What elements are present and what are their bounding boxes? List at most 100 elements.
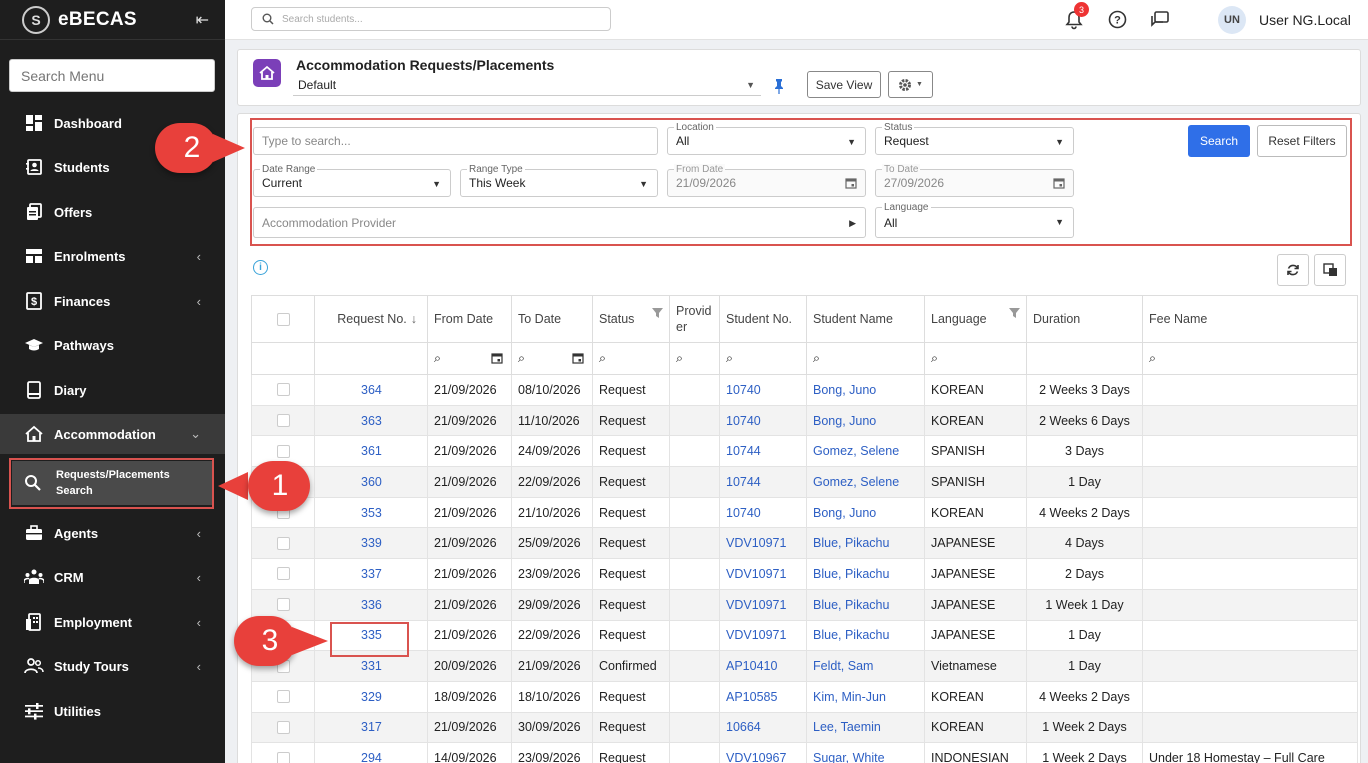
calendar-icon[interactable] — [845, 177, 857, 192]
filter-cell-from-date[interactable]: ⌕ — [427, 342, 512, 375]
search-button[interactable]: Search — [1188, 125, 1250, 157]
student-no-link[interactable]: 10744 — [719, 466, 807, 498]
sidebar-item-finances[interactable]: $ Finances ‹ — [0, 281, 225, 321]
column-header-duration[interactable]: Duration — [1026, 295, 1143, 343]
notifications-button[interactable]: 3 — [1065, 2, 1089, 30]
student-name-link[interactable]: Blue, Pikachu — [806, 558, 925, 590]
column-header-student-no[interactable]: Student No. — [719, 295, 807, 343]
student-name-link[interactable]: Bong, Juno — [806, 496, 925, 529]
user-name[interactable]: User NG.Local — [1259, 12, 1351, 28]
info-icon[interactable]: i — [253, 260, 268, 275]
sidebar-item-enrolments[interactable]: Enrolments ‹ — [0, 236, 225, 276]
student-no-link[interactable]: VDV10971 — [719, 558, 807, 590]
filter-cell-provider[interactable]: ⌕ — [669, 342, 720, 375]
filter-cell-status[interactable]: ⌕ — [592, 342, 670, 375]
filter-cell-request-no[interactable] — [314, 342, 428, 375]
row-checkbox[interactable] — [276, 598, 290, 612]
filter-cell-fee-name[interactable]: ⌕ — [1142, 342, 1358, 375]
student-name-link[interactable]: Gomez, Selene — [806, 435, 925, 468]
row-checkbox[interactable] — [276, 690, 290, 704]
student-no-link[interactable]: VDV10971 — [719, 588, 807, 621]
table-row[interactable]: 335 21/09/2026 22/09/2026 Request VDV10971 Bl… — [251, 619, 1358, 652]
table-row[interactable]: 339 21/09/2026 25/09/2026 Request VDV10971 Bl… — [251, 527, 1358, 560]
row-checkbox[interactable] — [276, 720, 290, 734]
calendar-icon[interactable] — [491, 352, 503, 367]
request-no-link[interactable]: 339 — [314, 527, 428, 560]
app-logo[interactable]: S eBECAS — [0, 0, 225, 40]
student-no-link[interactable]: AP10410 — [719, 650, 807, 682]
user-avatar[interactable]: UN — [1218, 6, 1246, 34]
sidebar-item-employment[interactable]: Employment ‹ — [0, 602, 225, 642]
table-row[interactable]: 360 21/09/2026 22/09/2026 Request 10744 Gomez… — [251, 466, 1358, 498]
calendar-icon[interactable] — [1053, 177, 1065, 192]
sidebar-subitem-requests-placements-search[interactable]: Requests/Placements Search — [12, 461, 212, 505]
student-name-link[interactable]: Sugar, White — [806, 742, 925, 763]
student-name-link[interactable]: Blue, Pikachu — [806, 527, 925, 560]
row-checkbox-cell[interactable] — [251, 742, 315, 763]
student-name-link[interactable]: Gomez, Selene — [806, 466, 925, 498]
column-header-language[interactable]: Language — [924, 295, 1027, 343]
student-no-link[interactable]: AP10585 — [719, 680, 807, 713]
request-no-link[interactable]: 294 — [314, 742, 428, 763]
row-checkbox-cell[interactable] — [251, 558, 315, 590]
collapse-sidebar-icon[interactable]: ⇤ — [196, 10, 209, 30]
sidebar-item-agents[interactable]: Agents ‹ — [0, 513, 225, 553]
student-no-link[interactable]: VDV10971 — [719, 619, 807, 652]
filter-icon[interactable] — [652, 306, 663, 322]
request-no-link[interactable]: 364 — [314, 374, 428, 406]
row-checkbox[interactable] — [276, 414, 290, 428]
sidebar-item-diary[interactable]: Diary — [0, 370, 225, 410]
student-no-link[interactable]: 10740 — [719, 496, 807, 529]
row-checkbox-cell[interactable] — [251, 374, 315, 406]
column-header-student-name[interactable]: Student Name — [806, 295, 925, 343]
request-no-link[interactable]: 353 — [314, 496, 428, 529]
filter-cell-student-no[interactable]: ⌕ — [719, 342, 807, 375]
request-no-link[interactable]: 317 — [314, 711, 428, 744]
language-select[interactable]: Language All ▼ — [875, 202, 1074, 238]
filter-cell-language[interactable]: ⌕ — [924, 342, 1027, 375]
student-no-link[interactable]: VDV10967 — [719, 742, 807, 763]
column-header-provider[interactable]: Provider — [669, 295, 720, 343]
filter-cell-duration[interactable] — [1026, 342, 1143, 375]
column-header-from-date[interactable]: From Date — [427, 295, 512, 343]
row-checkbox-cell[interactable] — [251, 711, 315, 744]
sidebar-item-utilities[interactable]: Utilities — [0, 691, 225, 731]
calendar-icon[interactable] — [572, 352, 584, 367]
request-no-link[interactable]: 361 — [314, 435, 428, 468]
request-no-link[interactable]: 363 — [314, 404, 428, 437]
column-header-fee-name[interactable]: Fee Name — [1142, 295, 1358, 343]
column-chooser-button[interactable] — [1314, 254, 1346, 286]
student-no-link[interactable]: 10740 — [719, 374, 807, 406]
sidebar-item-offers[interactable]: Offers — [0, 192, 225, 232]
request-no-link[interactable]: 329 — [314, 680, 428, 713]
select-all-checkbox[interactable] — [276, 312, 290, 326]
row-checkbox[interactable] — [276, 444, 290, 458]
row-checkbox-cell[interactable] — [251, 527, 315, 560]
sidebar-item-crm[interactable]: CRM ‹ — [0, 557, 225, 597]
row-checkbox-cell[interactable] — [251, 680, 315, 713]
student-name-link[interactable]: Bong, Juno — [806, 404, 925, 437]
filter-cell-student-name[interactable]: ⌕ — [806, 342, 925, 375]
student-search-input[interactable]: Search students... — [251, 7, 611, 31]
row-checkbox-cell[interactable] — [251, 404, 315, 437]
row-checkbox[interactable] — [276, 751, 290, 763]
sidebar-item-accommodation[interactable]: Accommodation ⌄ — [0, 414, 225, 454]
table-row[interactable]: 294 14/09/2026 23/09/2026 Request VDV10967 Su… — [251, 742, 1358, 763]
from-date-input[interactable]: From Date 21/09/2026 — [667, 164, 866, 197]
settings-dropdown-button[interactable]: ▼ — [888, 71, 933, 98]
student-name-link[interactable]: Kim, Min-Jun — [806, 680, 925, 713]
row-checkbox[interactable] — [276, 536, 290, 550]
table-row[interactable]: 331 20/09/2026 21/09/2026 Confirmed AP10410 F… — [251, 650, 1358, 682]
select-all-header[interactable] — [251, 295, 315, 343]
student-no-link[interactable]: 10664 — [719, 711, 807, 744]
sidebar-item-pathways[interactable]: Pathways — [0, 325, 225, 365]
student-no-link[interactable]: 10740 — [719, 404, 807, 437]
range-type-select[interactable]: Range Type This Week ▼ — [460, 164, 658, 197]
student-name-link[interactable]: Blue, Pikachu — [806, 619, 925, 652]
student-name-link[interactable]: Feldt, Sam — [806, 650, 925, 682]
request-no-link[interactable]: 337 — [314, 558, 428, 590]
table-row[interactable]: 336 21/09/2026 29/09/2026 Request VDV10971 Bl… — [251, 588, 1358, 621]
help-button[interactable]: ? — [1108, 10, 1127, 29]
table-row[interactable]: 337 21/09/2026 23/09/2026 Request VDV10971 Bl… — [251, 558, 1358, 590]
table-row[interactable]: 364 21/09/2026 08/10/2026 Request 10740 Bong,… — [251, 374, 1358, 406]
